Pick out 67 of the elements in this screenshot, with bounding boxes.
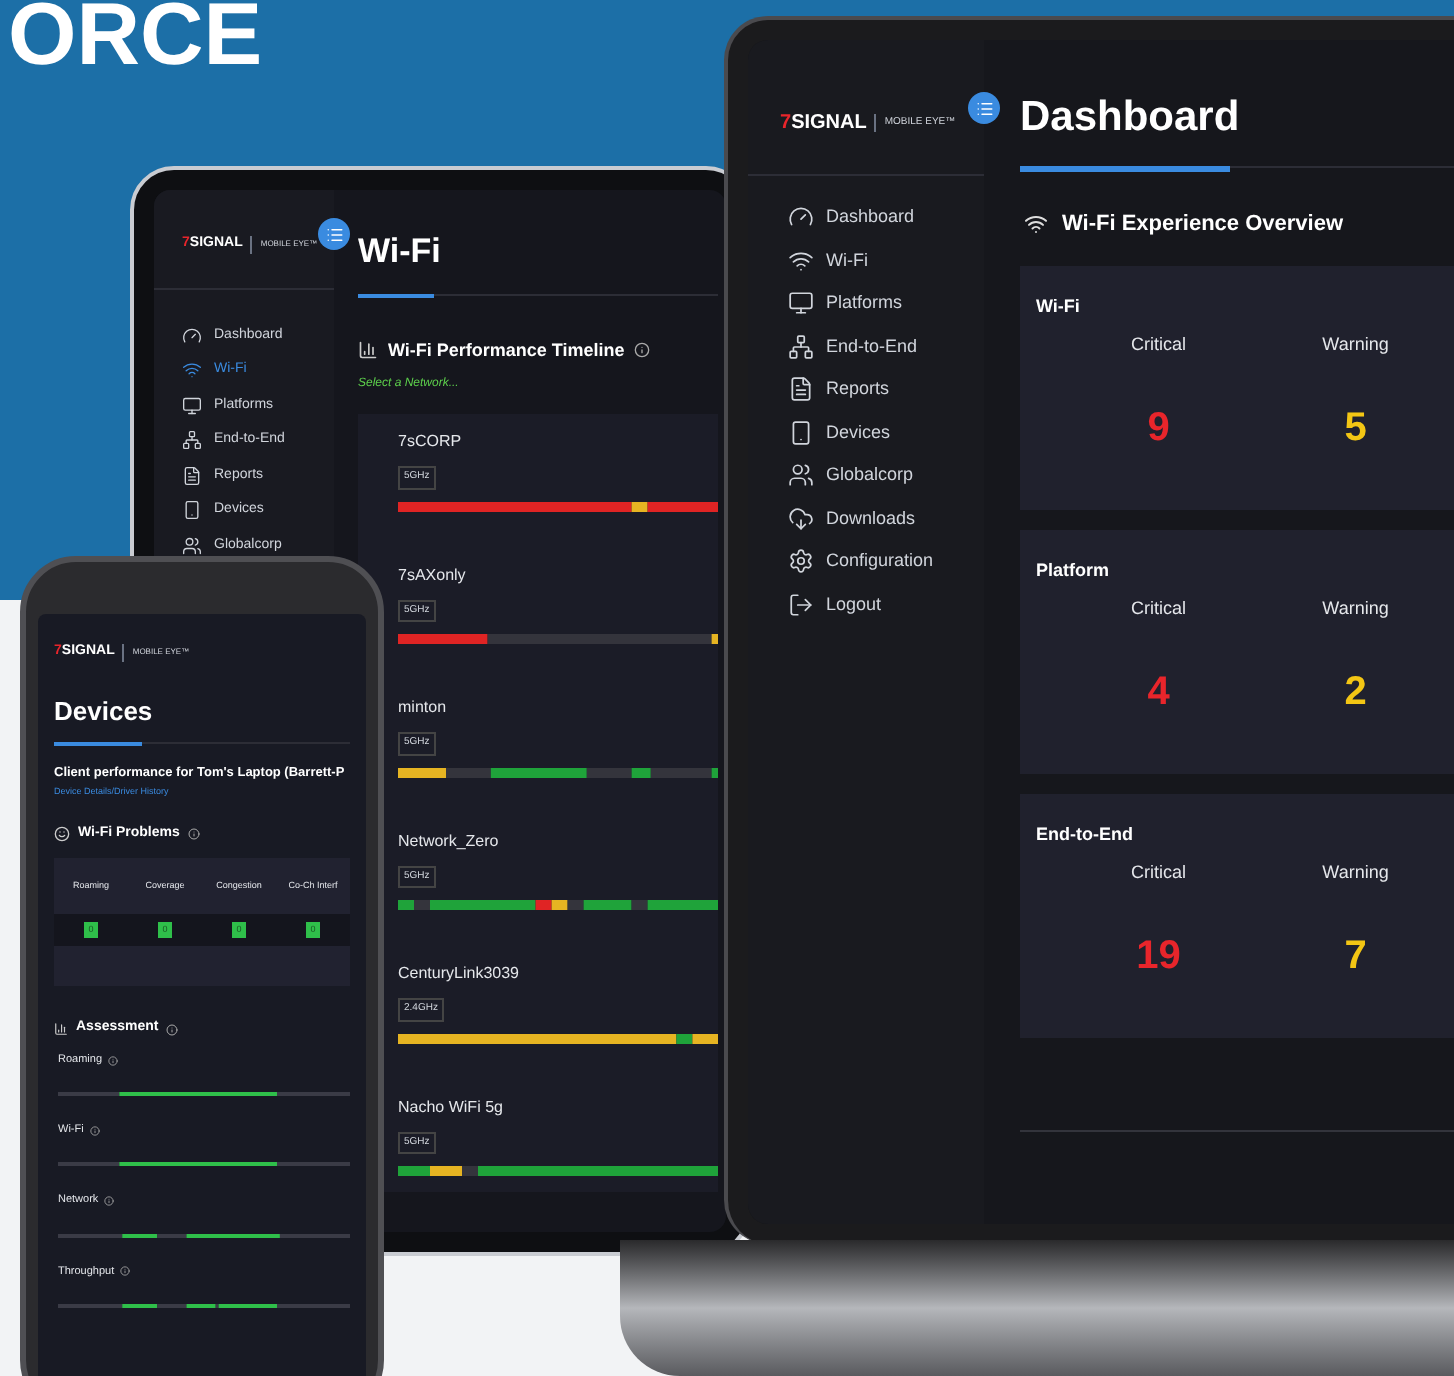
people-icon (182, 535, 202, 556)
network-name: Network_Zero (398, 829, 501, 853)
network-name: CenturyLink3039 (398, 962, 521, 986)
stat-value: 4 (1147, 671, 1170, 711)
phone-icon (788, 419, 814, 446)
network-icon (182, 430, 202, 451)
gauge-icon (788, 204, 814, 231)
network-name: 7sCORP (398, 430, 464, 454)
stat-value: 19 (1136, 935, 1181, 975)
people-icon (788, 462, 814, 489)
info-icon (166, 1023, 179, 1036)
document-icon (182, 465, 202, 486)
cloud-download-icon (788, 505, 814, 532)
document-icon (788, 376, 814, 403)
sidebar-toggle-button[interactable] (968, 92, 1000, 124)
nav-item[interactable]: Wi-Fi (788, 247, 984, 274)
stat-label: Warning (1322, 596, 1389, 622)
stat-value: 9 (1147, 407, 1170, 447)
logout-icon (788, 591, 814, 618)
nav-item[interactable]: Logout (788, 591, 984, 618)
stat-value: 7 (1344, 935, 1367, 975)
nav-item[interactable]: Platforms (788, 290, 984, 317)
stat-label: Critical (1130, 860, 1186, 886)
logo-wordmark: 7SIGNAL (780, 110, 867, 138)
nav-item[interactable]: Dashboard (788, 204, 984, 231)
settings-icon (788, 548, 814, 575)
network-icon (788, 333, 814, 360)
stat-value: 5 (1344, 407, 1367, 447)
page-title: Wi-Fi (358, 230, 443, 274)
nav-item[interactable]: Downloads (788, 505, 984, 532)
page-title: Devices (54, 693, 155, 729)
sidebar-toggle-button[interactable] (318, 218, 350, 250)
network-name: 7sAXonly (398, 563, 468, 587)
info-icon (187, 828, 200, 841)
nav-item[interactable]: Reports (788, 376, 984, 403)
card-title: End-to-End (1036, 821, 1135, 847)
info-icon (634, 342, 651, 359)
nav-item[interactable]: Configuration (788, 548, 984, 575)
card-title: Wi-Fi (1036, 293, 1082, 319)
nav-item[interactable]: Globalcorp (788, 462, 984, 489)
headline: ORCE (8, 0, 263, 80)
list-icon (325, 225, 343, 243)
info-icon (104, 1196, 115, 1207)
stat-label: Critical (1130, 332, 1186, 358)
info-icon (120, 1266, 131, 1277)
stat-value: 2 (1344, 671, 1367, 711)
chart-icon (54, 1022, 68, 1037)
stat-label: Warning (1322, 332, 1389, 358)
nav-item[interactable]: Devices (788, 419, 984, 446)
nav-item[interactable]: End-to-End (788, 333, 984, 360)
stat-label: Critical (1130, 596, 1186, 622)
gauge-icon (182, 325, 202, 346)
card-title: Platform (1036, 557, 1112, 583)
phone-icon (182, 500, 202, 521)
section-title: Wi-Fi Performance Timeline (388, 337, 625, 363)
list-icon (975, 99, 993, 117)
info-icon (89, 1125, 100, 1136)
network-name: Nacho WiFi 5g (398, 1095, 505, 1119)
monitor-icon (182, 395, 202, 416)
page-title: Dashboard (1020, 96, 1242, 138)
network-name: minton (398, 696, 449, 720)
monitor-icon (788, 290, 814, 317)
info-icon (108, 1055, 119, 1066)
chart-icon (358, 340, 378, 361)
smiley-icon (54, 826, 70, 843)
section-title: Wi-Fi Experience Overview (1062, 210, 1344, 240)
stat-label: Warning (1322, 860, 1389, 886)
